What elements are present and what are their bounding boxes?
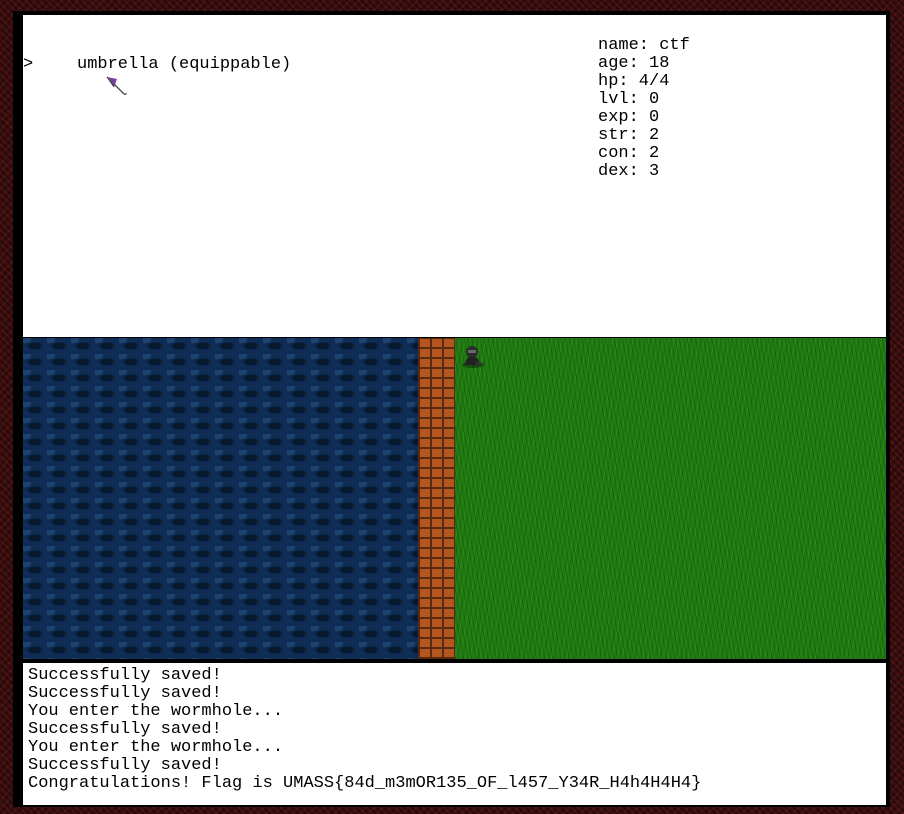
log-line-flag: Congratulations! Flag is UMASS{84d_m3mOR… [28, 774, 702, 793]
log-line: You enter the wormhole... [28, 738, 284, 757]
inventory-list: > umbrella (equippable) [23, 53, 291, 96]
log-line: Successfully saved! [28, 684, 222, 703]
stat-str: str: 2 [598, 126, 660, 145]
umbrella-icon [43, 53, 127, 96]
log-line: Successfully saved! [28, 756, 222, 775]
character-stats: name: ctf age: 18 hp: 4/4 lvl: 0 exp: 0 … [598, 37, 690, 181]
log-line: You enter the wormhole... [28, 702, 284, 721]
stat-age: age: 18 [598, 54, 670, 73]
stat-exp: exp: 0 [598, 108, 660, 127]
stat-name: name: ctf [598, 36, 690, 55]
stat-con: con: 2 [598, 144, 660, 163]
water-tiles [23, 338, 418, 659]
status-panel: > umbrella (equippable) name: ctf age: 1… [23, 15, 886, 337]
brick-wall-tiles [418, 338, 455, 659]
grass-tiles [455, 338, 886, 659]
inventory-item-umbrella[interactable]: umbrella (equippable) [77, 55, 291, 75]
player-sprite [461, 343, 487, 369]
message-log: Successfully saved! Successfully saved! … [23, 663, 886, 805]
log-line: Successfully saved! [28, 720, 222, 739]
selection-cursor: > [23, 55, 34, 74]
log-line: Successfully saved! [28, 666, 222, 685]
game-map[interactable] [23, 338, 886, 659]
stat-hp: hp: 4/4 [598, 72, 670, 91]
stat-lvl: lvl: 0 [598, 90, 660, 109]
stat-dex: dex: 3 [598, 162, 660, 181]
